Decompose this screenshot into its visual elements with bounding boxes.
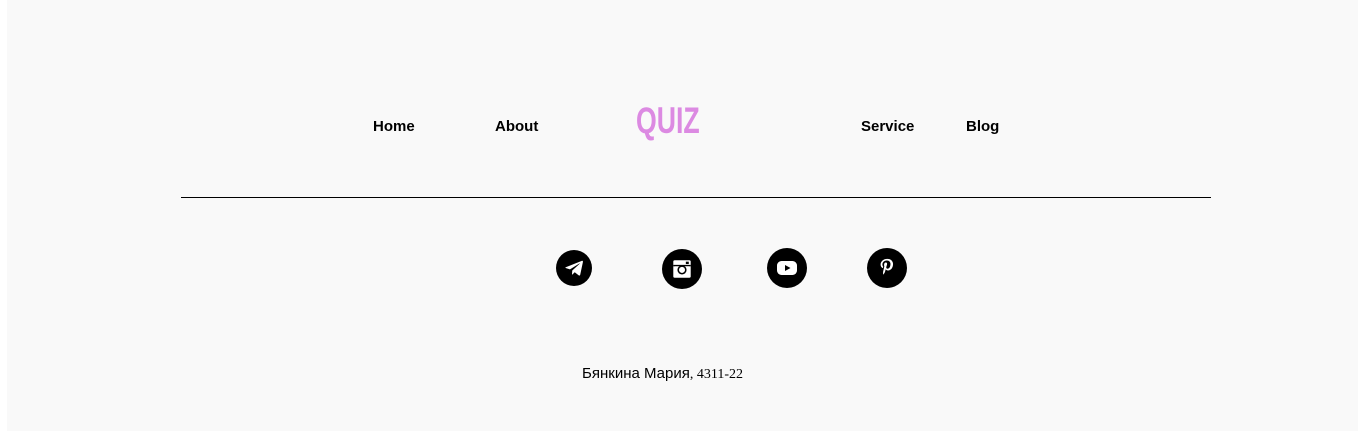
youtube-icon — [777, 261, 797, 275]
footer-credit: Бянкина Мария, 4311-22 — [582, 365, 743, 384]
pinterest-icon — [880, 258, 894, 275]
telegram-icon — [565, 260, 583, 276]
instagram-icon — [673, 260, 691, 278]
pinterest-button[interactable] — [867, 248, 907, 288]
nav-about-link[interactable]: About — [495, 118, 538, 136]
youtube-button[interactable] — [767, 248, 807, 288]
logo[interactable]: QUIZ — [636, 101, 700, 141]
footer-author: Бянкина Мария — [582, 365, 690, 382]
nav-service-link[interactable]: Service — [861, 118, 914, 136]
nav-blog-link[interactable]: Blog — [966, 118, 999, 136]
page: Home About QUIZ Service Blog Бянкина Мар… — [7, 0, 1358, 431]
footer-group: , 4311-22 — [689, 367, 743, 382]
nav-home-link[interactable]: Home — [373, 118, 415, 136]
instagram-button[interactable] — [662, 249, 702, 289]
telegram-button[interactable] — [556, 250, 592, 286]
divider — [181, 197, 1211, 198]
